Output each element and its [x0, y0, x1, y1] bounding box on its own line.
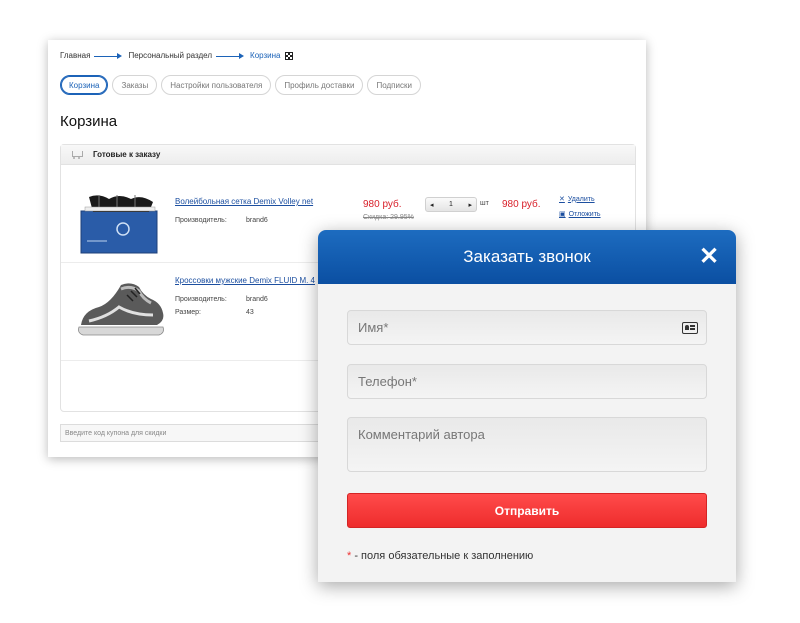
- close-icon[interactable]: ✕: [696, 244, 722, 270]
- modal-header: Заказать звонок ✕: [318, 230, 736, 284]
- property-label: Размер:: [175, 309, 202, 316]
- discount-text: Скидка: 29.95%: [363, 214, 414, 221]
- delete-icon: ✕: [559, 196, 565, 203]
- postpone-icon: ▣: [559, 211, 566, 218]
- property-label: Производитель:: [175, 217, 227, 224]
- property-value: brand6: [246, 217, 268, 224]
- product-name-link[interactable]: Кроссовки мужские Demix FLUID M. 4: [175, 276, 315, 285]
- cart-header-label: Готовые к заказу: [93, 150, 161, 159]
- breadcrumb-personal[interactable]: Персональный раздел: [128, 51, 212, 60]
- breadcrumb-home[interactable]: Главная: [60, 51, 90, 60]
- delete-label[interactable]: Удалить: [568, 196, 595, 203]
- account-tabs: Корзина Заказы Настройки пользователя Пр…: [60, 75, 421, 95]
- comment-field[interactable]: Комментарий автора: [347, 417, 707, 472]
- required-note-text: - поля обязательные к заполнению: [351, 550, 534, 562]
- breadcrumb: Главная Персональный раздел Корзина: [60, 51, 293, 60]
- volleyball-net-image[interactable]: [77, 191, 167, 257]
- property-value: 43: [246, 309, 254, 316]
- modal-title: Заказать звонок: [463, 247, 591, 266]
- breadcrumb-arrow-icon: [216, 52, 246, 60]
- postpone-link[interactable]: ▣ Отложить: [559, 210, 601, 219]
- tab-user-settings[interactable]: Настройки пользователя: [161, 75, 272, 95]
- line-total: 980 руб.: [502, 199, 541, 210]
- submit-button[interactable]: Отправить: [347, 493, 707, 528]
- page-title: Корзина: [60, 113, 118, 130]
- phone-field[interactable]: Телефон*: [347, 364, 707, 399]
- quantity-stepper[interactable]: ◂ 1 ▸: [425, 197, 477, 212]
- cart-icon: [71, 150, 83, 159]
- product-property: Производитель: brand6: [175, 217, 268, 224]
- property-value: brand6: [246, 296, 268, 303]
- quantity-value[interactable]: 1: [449, 201, 453, 208]
- tab-delivery-profile[interactable]: Профиль доставки: [275, 75, 364, 95]
- breadcrumb-arrow-icon: [94, 52, 124, 60]
- id-card-icon: [682, 322, 698, 334]
- increase-icon[interactable]: ▸: [468, 201, 472, 209]
- tab-cart[interactable]: Корзина: [60, 75, 109, 95]
- tab-subscriptions[interactable]: Подписки: [367, 75, 421, 95]
- quantity-unit: шт: [480, 200, 489, 207]
- callback-modal: Заказать звонок ✕ Имя* Телефон* Коммента…: [318, 230, 736, 582]
- product-property: Производитель: brand6: [175, 296, 268, 303]
- name-field[interactable]: Имя*: [347, 310, 707, 345]
- required-note: * - поля обязательные к заполнению: [347, 550, 533, 562]
- delete-link[interactable]: ✕ Удалить: [559, 195, 595, 204]
- breadcrumb-current: Корзина: [250, 51, 281, 60]
- product-property: Размер: 43: [175, 309, 254, 316]
- tab-orders[interactable]: Заказы: [112, 75, 158, 95]
- name-placeholder: Имя*: [358, 320, 389, 335]
- sneaker-image[interactable]: [77, 275, 167, 341]
- cart-header: Готовые к заказу: [61, 145, 635, 165]
- property-label: Производитель:: [175, 296, 227, 303]
- checkered-flag-icon: [284, 51, 293, 60]
- decrease-icon[interactable]: ◂: [430, 201, 434, 209]
- comment-placeholder: Комментарий автора: [358, 427, 485, 442]
- postpone-label[interactable]: Отложить: [569, 211, 601, 218]
- phone-placeholder: Телефон*: [358, 374, 417, 389]
- unit-price: 980 руб.: [363, 199, 402, 210]
- product-name-link[interactable]: Волейбольная сетка Demix Volley net: [175, 197, 313, 206]
